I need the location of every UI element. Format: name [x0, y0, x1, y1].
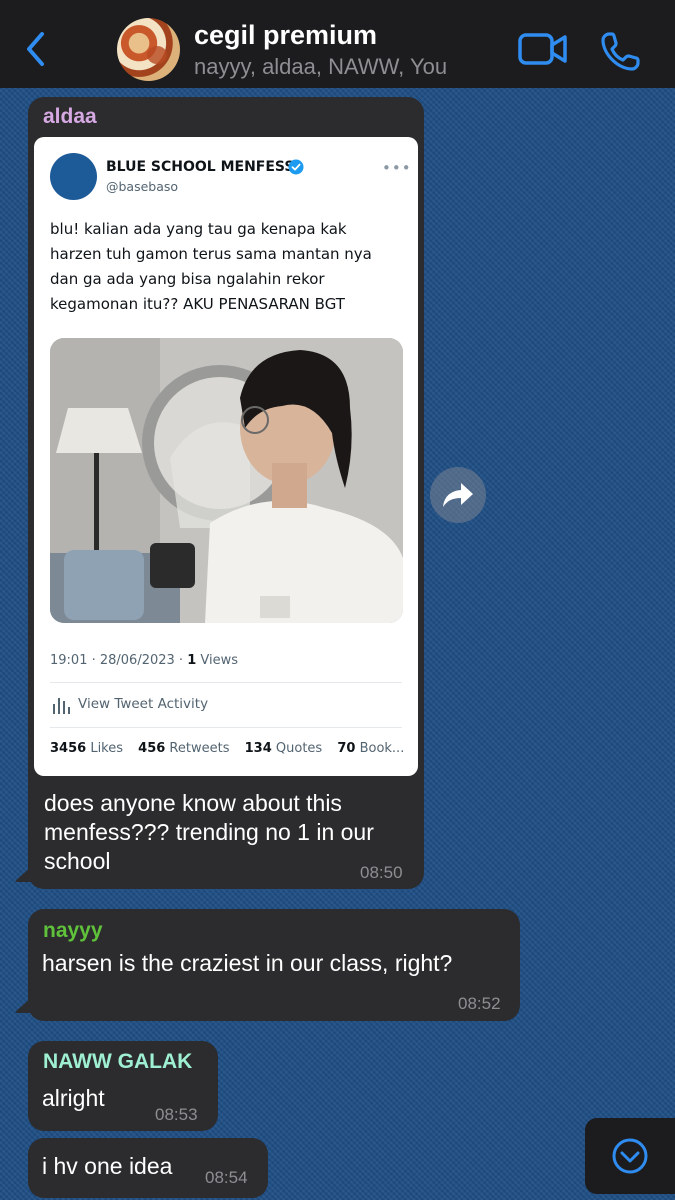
divider [50, 727, 402, 728]
scroll-to-bottom-button[interactable] [585, 1118, 675, 1194]
message-text: harsen is the craziest in our class, rig… [42, 950, 453, 976]
message-text: i hv one idea [42, 1153, 173, 1179]
forward-arrow-icon [443, 483, 473, 507]
chat-header: cegil premium nayyy, aldaa, NAWW, You [0, 0, 675, 88]
message-text-line: school [44, 848, 111, 874]
message-text-line: menfess??? trending no 1 in our [44, 819, 374, 845]
tweet-handle: @basebaso [106, 179, 179, 194]
quotes-stat[interactable]: 134 Quotes [245, 741, 323, 756]
message-time: 08:50 [360, 863, 403, 882]
message-text-line: does anyone know about this [44, 790, 342, 816]
tweet-photo-illustration [50, 338, 403, 623]
message-time: 08:54 [205, 1168, 248, 1187]
divider [50, 682, 402, 683]
group-avatar[interactable] [117, 18, 180, 81]
view-tweet-activity-link[interactable]: View Tweet Activity [78, 696, 208, 712]
tweet-text-line: blu! kalian ada yang tau ga kenapa kak [50, 220, 347, 238]
retweets-label: Retweets [165, 741, 230, 756]
likes-count: 3456 [50, 741, 87, 756]
tweet-account-name: BLUE SCHOOL MENFESS [106, 159, 295, 175]
bookmarks-label: Book... [355, 741, 405, 756]
tweet-views-count: 1 [187, 653, 197, 668]
quotes-label: Quotes [271, 741, 323, 756]
bar-chart-icon [53, 698, 70, 714]
video-camera-icon [518, 33, 567, 65]
tweet-avatar [50, 153, 97, 200]
message-bubble-nayyy[interactable]: nayyy harsen is the craziest in our clas… [28, 909, 520, 1021]
sender-name: aldaa [43, 105, 97, 128]
phone-icon [601, 32, 640, 71]
tweet-text: blu! kalian ada yang tau ga kenapa kak h… [50, 217, 406, 317]
chevron-left-icon [27, 32, 44, 66]
retweets-stat[interactable]: 456 Retweets [138, 741, 229, 756]
sender-name: nayyy [43, 919, 103, 942]
tweet-text-line: kegamonan itu?? AKU PENASARAN BGT [50, 295, 345, 313]
quotes-count: 134 [244, 741, 272, 756]
tweet-views-label: Views [196, 653, 238, 668]
retweets-count: 456 [138, 741, 166, 756]
voice-call-button[interactable] [600, 30, 642, 72]
sender-name: NAWW GALAK [43, 1050, 193, 1073]
more-options-icon[interactable]: ••• [382, 159, 412, 177]
tweet-text-line: harzen tuh gamon terus sama mantan nya [50, 245, 372, 263]
message-text: alright [42, 1085, 105, 1111]
message-text: does anyone know about this menfess??? t… [44, 789, 374, 876]
back-button[interactable] [22, 30, 52, 68]
chat-title[interactable]: cegil premium [194, 20, 377, 51]
video-call-button[interactable] [518, 32, 568, 66]
tweet-photo[interactable] [50, 338, 403, 623]
likes-stat[interactable]: 3456 Likes [50, 741, 123, 756]
bubble-tail [14, 866, 32, 882]
tweet-stats: 3456 Likes 456 Retweets 134 Quotes 70 Bo… [50, 741, 404, 756]
tweet-card[interactable]: BLUE SCHOOL MENFESS @basebaso ••• blu! k… [34, 137, 418, 776]
bookmarks-stat[interactable]: 70 Book... [337, 741, 404, 756]
chat-participants[interactable]: nayyy, aldaa, NAWW, You [194, 54, 447, 80]
bookmarks-count: 70 [337, 741, 356, 756]
message-time: 08:53 [155, 1105, 198, 1124]
message-bubble-naww-followup[interactable]: i hv one idea 08:54 [28, 1138, 268, 1198]
chevron-down-circle-icon [612, 1138, 648, 1174]
tweet-text-line: dan ga ada yang bisa ngalahin rekor [50, 270, 325, 288]
message-time: 08:52 [458, 994, 501, 1013]
verified-badge-icon [288, 159, 304, 175]
message-bubble-naww[interactable]: NAWW GALAK alright 08:53 [28, 1041, 218, 1131]
bubble-tail [14, 997, 32, 1013]
tweet-timestamp: 19:01 · 28/06/2023 · 1 Views [50, 653, 238, 668]
likes-label: Likes [86, 741, 124, 756]
tweet-date: 19:01 · 28/06/2023 · [50, 653, 188, 668]
forward-button[interactable] [430, 467, 486, 523]
